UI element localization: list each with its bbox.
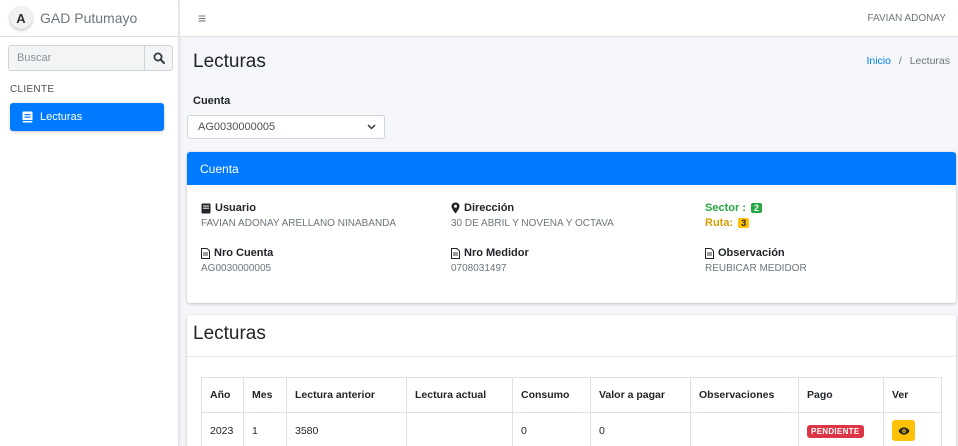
column-header: Mes bbox=[243, 377, 287, 413]
cell-observaciones bbox=[690, 412, 799, 446]
usuario-info: Usuario FAVIAN ADONAY ARELLANO NINABANDA bbox=[201, 202, 396, 229]
cell-lectura-actual bbox=[406, 412, 513, 446]
search-icon bbox=[153, 52, 165, 64]
breadcrumb-home-link[interactable]: Inicio bbox=[866, 55, 891, 67]
observacion-label: Observación bbox=[718, 247, 785, 259]
readings-table: Año Mes Lectura anterior Lectura actual … bbox=[201, 377, 942, 446]
sector-ruta-info: Sector : 2 Ruta: 3 bbox=[705, 202, 763, 229]
brand[interactable]: A GAD Putumayo bbox=[0, 0, 178, 37]
column-header: Lectura anterior bbox=[286, 377, 407, 413]
column-header: Observaciones bbox=[690, 377, 799, 413]
map-marker-icon bbox=[451, 202, 460, 214]
user-menu[interactable]: FAVIAN ADONAY bbox=[867, 13, 946, 24]
eye-icon bbox=[898, 427, 909, 434]
nro-medidor-info: Nro Medidor 0708031497 bbox=[451, 247, 529, 274]
column-header: Año bbox=[201, 377, 244, 413]
nav-section-header: CLIENTE bbox=[10, 84, 55, 95]
breadcrumb: Inicio / Lecturas bbox=[866, 55, 950, 67]
book-icon bbox=[22, 111, 33, 123]
breadcrumb-separator: / bbox=[898, 55, 902, 67]
chevron-down-icon bbox=[367, 124, 376, 130]
cell-mes: 1 bbox=[243, 412, 287, 446]
account-card-header: Cuenta bbox=[187, 152, 956, 185]
nro-cuenta-label: Nro Cuenta bbox=[214, 247, 274, 259]
sidebar: A GAD Putumayo CLIENTE Lecturas bbox=[0, 0, 179, 446]
ruta-label: Ruta bbox=[705, 217, 730, 229]
nro-medidor-label: Nro Medidor bbox=[464, 247, 529, 259]
readings-card: Lecturas Año Mes Lectura anterior Lectur… bbox=[187, 315, 956, 446]
sidebar-search bbox=[8, 45, 173, 71]
cell-valor: 0 bbox=[590, 412, 691, 446]
account-card: Cuenta Usuario FAVIAN ADONAY ARELLANO NI… bbox=[187, 152, 956, 303]
sector-badge: 2 bbox=[751, 203, 763, 213]
file-icon bbox=[201, 247, 210, 259]
search-input[interactable] bbox=[9, 46, 144, 70]
breadcrumb-current: Lecturas bbox=[909, 55, 950, 67]
cell-ver bbox=[883, 412, 942, 446]
column-header: Ver bbox=[883, 377, 942, 413]
account-select-label: Cuenta bbox=[193, 95, 231, 107]
cell-consumo: 0 bbox=[512, 412, 591, 446]
search-button[interactable] bbox=[144, 46, 172, 70]
column-header: Lectura actual bbox=[406, 377, 513, 413]
readings-divider bbox=[187, 356, 956, 357]
menu-toggle-icon[interactable]: ≡ bbox=[198, 10, 206, 26]
account-select-value: AG0030000005 bbox=[198, 121, 276, 133]
file-icon bbox=[705, 247, 714, 259]
cell-pago: PENDIENTE bbox=[798, 412, 884, 446]
observacion-info: Observación REUBICAR MEDIDOR bbox=[705, 247, 807, 274]
page-title: Lecturas bbox=[193, 51, 266, 72]
file-icon bbox=[451, 247, 460, 259]
cell-lectura-anterior: 3580 bbox=[286, 412, 407, 446]
nro-cuenta-info: Nro Cuenta AG0030000005 bbox=[201, 247, 273, 274]
account-select[interactable]: AG0030000005 bbox=[187, 115, 385, 139]
direccion-info: Dirección 30 DE ABRIL Y NOVENA Y OCTAVA bbox=[451, 202, 614, 229]
column-header: Valor a pagar bbox=[590, 377, 691, 413]
direccion-value: 30 DE ABRIL Y NOVENA Y OCTAVA bbox=[451, 218, 614, 229]
direccion-label: Dirección bbox=[464, 202, 515, 214]
usuario-value: FAVIAN ADONAY ARELLANO NINABANDA bbox=[201, 218, 397, 229]
table-row: 2023 1 3580 0 0 PENDIENTE bbox=[201, 412, 942, 446]
cell-anio: 2023 bbox=[201, 412, 244, 446]
nro-medidor-value: 0708031497 bbox=[451, 263, 507, 274]
brand-name: GAD Putumayo bbox=[40, 10, 138, 26]
book-icon bbox=[201, 203, 211, 213]
usuario-label: Usuario bbox=[215, 202, 256, 214]
nro-cuenta-value: AG0030000005 bbox=[201, 263, 272, 274]
observacion-value: REUBICAR MEDIDOR bbox=[705, 263, 807, 274]
table-header-row: Año Mes Lectura anterior Lectura actual … bbox=[201, 377, 942, 413]
sidebar-item-label: Lecturas bbox=[40, 111, 83, 123]
brand-logo: A bbox=[10, 7, 32, 29]
column-header: Consumo bbox=[512, 377, 591, 413]
readings-title: Lecturas bbox=[193, 323, 266, 344]
column-header: Pago bbox=[798, 377, 884, 413]
sidebar-item-lecturas[interactable]: Lecturas bbox=[10, 103, 164, 131]
view-button[interactable] bbox=[892, 420, 915, 441]
topbar: ≡ FAVIAN ADONAY bbox=[180, 0, 958, 37]
sector-label: Sector bbox=[705, 202, 740, 214]
status-badge: PENDIENTE bbox=[807, 424, 864, 438]
ruta-badge: 3 bbox=[738, 218, 750, 228]
